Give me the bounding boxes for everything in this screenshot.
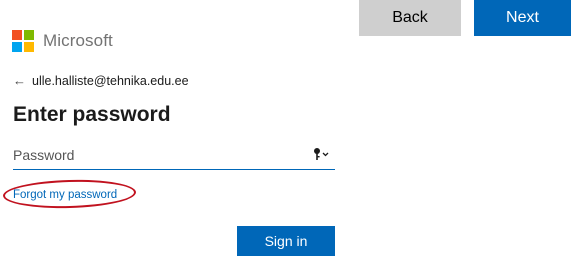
password-input[interactable] [13, 142, 293, 168]
forgot-password-link[interactable]: Forgot my password [13, 189, 117, 201]
logo-square-red [12, 30, 22, 40]
logo-square-green [24, 30, 34, 40]
identity-row: ← ulle.halliste@tehnika.edu.ee [13, 73, 189, 88]
password-field [13, 142, 335, 170]
left-arrow-icon[interactable]: ← [13, 73, 26, 88]
back-button[interactable]: Back [359, 0, 461, 36]
logo-square-blue [12, 42, 22, 52]
key-dropdown-icon[interactable] [313, 147, 331, 161]
logo-text: Microsoft [43, 31, 113, 50]
microsoft-logo: Microsoft [12, 30, 113, 52]
page-title: Enter password [13, 103, 171, 126]
account-email: ulle.halliste@tehnika.edu.ee [32, 73, 189, 88]
logo-square-yellow [24, 42, 34, 52]
microsoft-logo-icon [12, 30, 34, 52]
next-button[interactable]: Next [474, 0, 571, 36]
